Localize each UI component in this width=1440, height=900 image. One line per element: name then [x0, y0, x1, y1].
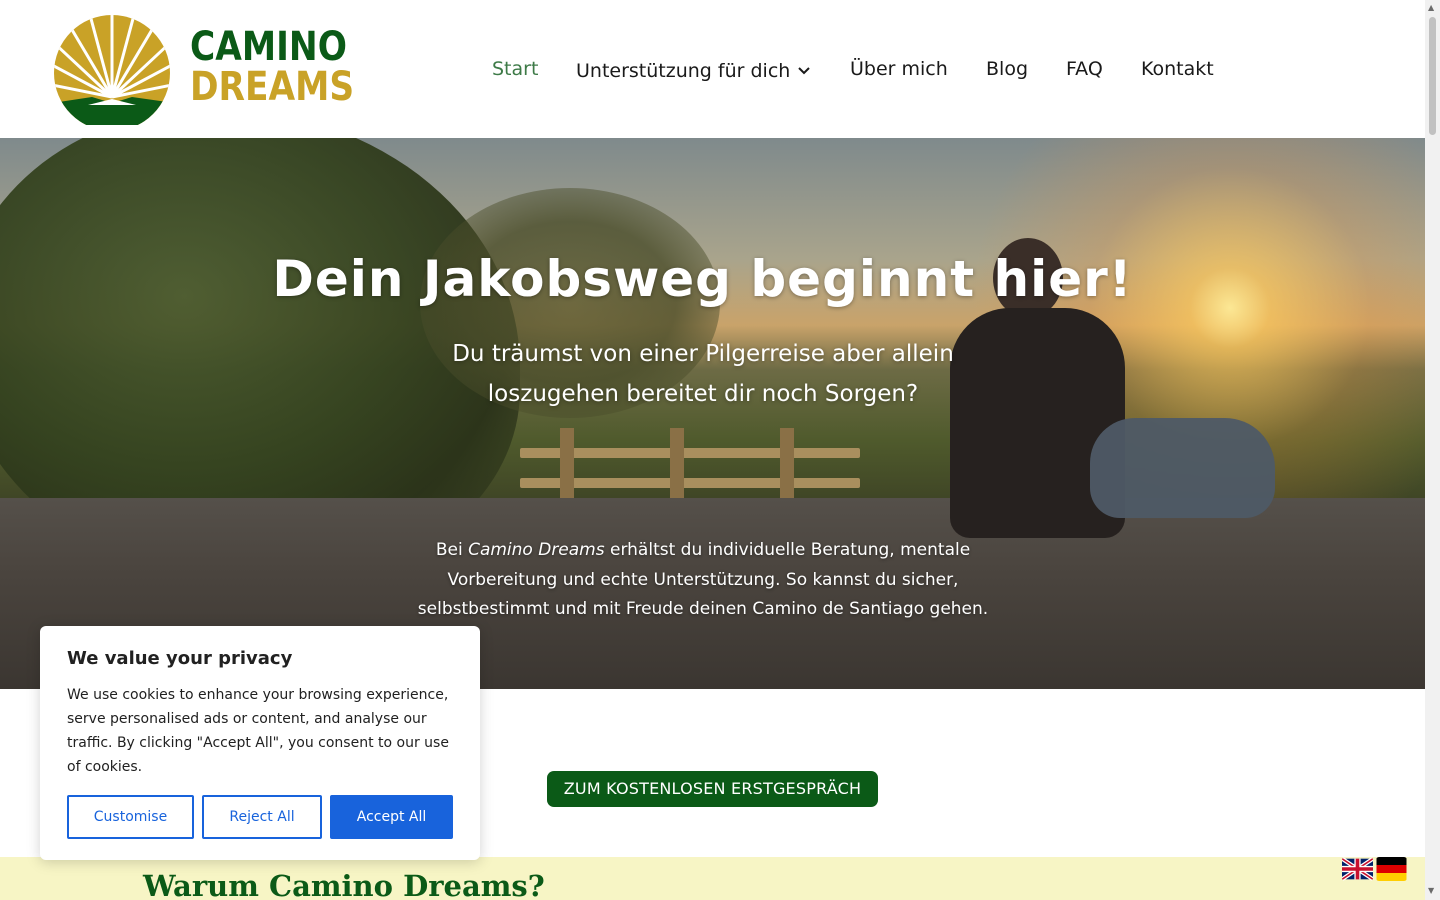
why-section: Warum Camino Dreams? — [0, 857, 1425, 900]
nav-item-unterstuetzung-label: Unterstützung für dich — [576, 60, 791, 82]
uk-flag-icon[interactable] — [1342, 857, 1373, 881]
logo-line-camino: CAMINO — [190, 24, 347, 70]
cookie-title: We value your privacy — [67, 648, 293, 669]
germany-flag-icon[interactable] — [1376, 857, 1407, 881]
nav-item-unterstuetzung[interactable]: Unterstützung für dich — [576, 56, 811, 84]
nav-item-ueber-mich[interactable]: Über mich — [850, 56, 948, 82]
site-logo[interactable]: CAMINO DREAMS — [52, 15, 354, 125]
hero-description-brand: Camino Dreams — [468, 540, 605, 560]
nav-item-blog[interactable]: Blog — [986, 56, 1028, 82]
scroll-up-arrow-icon[interactable]: ▲ — [1428, 3, 1434, 13]
logo-line-dreams: DREAMS — [190, 64, 355, 110]
nav-item-faq[interactable]: FAQ — [1066, 56, 1103, 82]
free-consultation-button[interactable]: ZUM KOSTENLOSEN ERSTGESPRÄCH — [547, 771, 878, 807]
scroll-down-arrow-icon[interactable]: ▼ — [1428, 886, 1434, 896]
why-section-title: Warum Camino Dreams? — [143, 869, 545, 900]
hero-description-prefix: Bei — [435, 540, 469, 560]
reject-all-button[interactable]: Reject All — [202, 795, 322, 839]
chevron-down-icon — [798, 56, 811, 82]
hero-title: Dein Jakobsweg beginnt hier! — [272, 250, 1133, 308]
scrollbar-thumb[interactable] — [1429, 17, 1436, 135]
hero-description: Bei Camino Dreams erhältst du individuel… — [403, 536, 1003, 625]
accept-all-button[interactable]: Accept All — [330, 795, 453, 839]
cookie-consent-banner: We value your privacy We use cookies to … — [40, 626, 480, 860]
page-scrollbar[interactable]: ▲ ▼ — [1425, 0, 1440, 900]
hero-background-backpack — [1090, 418, 1275, 518]
nav-item-start[interactable]: Start — [492, 56, 538, 82]
site-header: CAMINO DREAMS Start Unterstützung für di… — [0, 0, 1425, 138]
nav-item-kontakt[interactable]: Kontakt — [1141, 56, 1214, 82]
customise-button[interactable]: Customise — [67, 795, 194, 839]
sunrise-logo-icon — [54, 15, 170, 125]
logo-wordmark: CAMINO DREAMS — [190, 27, 381, 107]
hero-section: Dein Jakobsweg beginnt hier! Du träumst … — [0, 138, 1425, 689]
cookie-description: We use cookies to enhance your browsing … — [67, 687, 449, 775]
hero-subtitle: Du träumst von einer Pilgerreise aber al… — [452, 341, 954, 407]
